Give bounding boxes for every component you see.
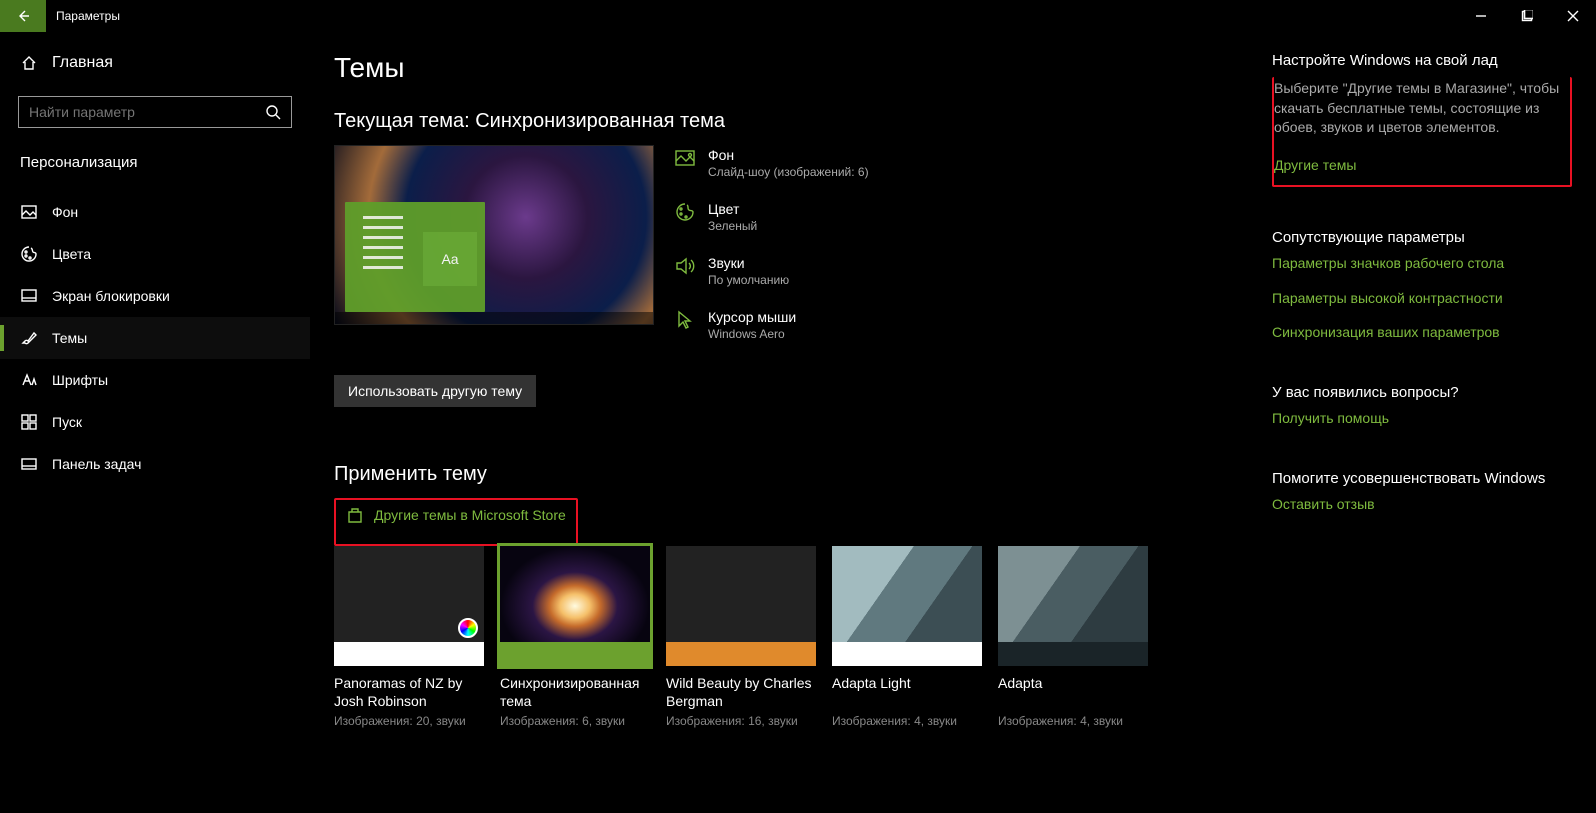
- sidebar-home-label: Главная: [52, 54, 113, 72]
- sidebar: Главная Персонализация Фон Цвета Экран б…: [0, 32, 310, 813]
- related-link[interactable]: Параметры значков рабочего стола: [1272, 254, 1572, 273]
- use-other-theme-button[interactable]: Использовать другую тему: [334, 375, 536, 407]
- color-wheel-icon: [458, 618, 478, 638]
- search-input[interactable]: [29, 104, 265, 120]
- store-link[interactable]: Другие темы в Microsoft Store: [346, 506, 566, 524]
- main: Темы Текущая тема: Синхронизированная те…: [310, 32, 1596, 813]
- minimize-button[interactable]: [1458, 0, 1504, 32]
- theme-thumbnail: [334, 546, 484, 666]
- apply-section: Применить тему Другие темы в Microsoft S…: [334, 463, 1252, 728]
- grid-icon: [20, 413, 38, 431]
- sidebar-item-colors[interactable]: Цвета: [0, 233, 310, 275]
- window-title: Параметры: [56, 9, 1458, 23]
- speaker-icon: [674, 255, 696, 277]
- sidebar-section-title: Персонализация: [0, 140, 310, 191]
- sidebar-item-label: Экран блокировки: [52, 288, 170, 304]
- related-heading: Сопутствующие параметры: [1272, 229, 1572, 246]
- window-controls: [1458, 0, 1596, 32]
- theme-thumbnail: [832, 546, 982, 666]
- image-icon: [674, 147, 696, 169]
- theme-grid: Panoramas of NZ by Josh Robinson Изображ…: [334, 546, 1252, 728]
- sidebar-item-background[interactable]: Фон: [0, 191, 310, 233]
- theme-details: ФонСлайд-шоу (изображений: 6) ЦветЗелены…: [674, 145, 869, 341]
- sidebar-item-start[interactable]: Пуск: [0, 401, 310, 443]
- customize-text: Выберите "Другие темы в Магазине", чтобы…: [1274, 79, 1562, 138]
- theme-card[interactable]: Wild Beauty by Charles Bergman Изображен…: [666, 546, 816, 728]
- related-link[interactable]: Синхронизация ваших параметров: [1272, 323, 1572, 342]
- lockscreen-icon: [20, 287, 38, 305]
- maximize-button[interactable]: [1504, 0, 1550, 32]
- close-button[interactable]: [1550, 0, 1596, 32]
- sidebar-item-label: Фон: [52, 204, 78, 220]
- sidebar-item-label: Шрифты: [52, 372, 108, 388]
- image-icon: [20, 203, 38, 221]
- sidebar-item-fonts[interactable]: Шрифты: [0, 359, 310, 401]
- page-title: Темы: [334, 52, 1252, 84]
- taskbar-icon: [20, 455, 38, 473]
- preview-start-menu: Aa: [345, 202, 485, 312]
- back-button[interactable]: [0, 0, 46, 32]
- theme-thumbnail: [998, 546, 1148, 666]
- theme-preview[interactable]: Aa: [334, 145, 654, 325]
- palette-icon: [674, 201, 696, 223]
- current-theme-heading: Текущая тема: Синхронизированная тема: [334, 110, 1252, 133]
- sidebar-home[interactable]: Главная: [0, 42, 310, 84]
- search-icon: [265, 104, 281, 120]
- sidebar-item-taskbar[interactable]: Панель задач: [0, 443, 310, 485]
- theme-thumbnail: [500, 546, 650, 666]
- detail-cursor[interactable]: Курсор мышиWindows Aero: [674, 309, 869, 341]
- brush-icon: [20, 329, 38, 347]
- help-link[interactable]: Получить помощь: [1272, 409, 1572, 428]
- sidebar-item-lockscreen[interactable]: Экран блокировки: [0, 275, 310, 317]
- sidebar-item-themes[interactable]: Темы: [0, 317, 310, 359]
- theme-card[interactable]: Синхронизированная тема Изображения: 6, …: [500, 546, 650, 728]
- feedback-heading: Помогите усовершенствовать Windows: [1272, 470, 1572, 487]
- search-box[interactable]: [18, 96, 292, 128]
- customize-heading: Настройте Windows на свой лад: [1272, 52, 1572, 69]
- preview-taskbar: [335, 312, 653, 324]
- sidebar-item-label: Панель задач: [52, 456, 141, 472]
- detail-color[interactable]: ЦветЗеленый: [674, 201, 869, 233]
- minimize-icon: [1475, 10, 1487, 22]
- theme-card[interactable]: Adapta Изображения: 4, звуки: [998, 546, 1148, 728]
- related-link[interactable]: Параметры высокой контрастности: [1272, 289, 1572, 308]
- sidebar-item-label: Пуск: [52, 414, 82, 430]
- current-theme-row: Aa ФонСлайд-шоу (изображений: 6) ЦветЗел…: [334, 145, 1252, 341]
- theme-card[interactable]: Panoramas of NZ by Josh Robinson Изображ…: [334, 546, 484, 728]
- font-icon: [20, 371, 38, 389]
- sidebar-item-label: Цвета: [52, 246, 91, 262]
- theme-thumbnail: [666, 546, 816, 666]
- sidepanel: Настройте Windows на свой лад Выберите "…: [1252, 52, 1572, 793]
- apply-heading: Применить тему: [334, 463, 1252, 486]
- store-icon: [346, 506, 364, 524]
- maximize-icon: [1521, 10, 1533, 22]
- arrow-left-icon: [15, 8, 31, 24]
- theme-card[interactable]: Adapta Light Изображения: 4, звуки: [832, 546, 982, 728]
- palette-icon: [20, 245, 38, 263]
- home-icon: [20, 54, 38, 72]
- titlebar: Параметры: [0, 0, 1596, 32]
- feedback-link[interactable]: Оставить отзыв: [1272, 495, 1572, 514]
- question-heading: У вас появились вопросы?: [1272, 384, 1572, 401]
- more-themes-link[interactable]: Другие темы: [1274, 156, 1562, 175]
- cursor-icon: [674, 309, 696, 331]
- highlight-store-link: Другие темы в Microsoft Store: [334, 498, 578, 546]
- main-content: Темы Текущая тема: Синхронизированная те…: [334, 52, 1252, 793]
- sidebar-item-label: Темы: [52, 330, 87, 346]
- close-icon: [1567, 10, 1579, 22]
- detail-background[interactable]: ФонСлайд-шоу (изображений: 6): [674, 147, 869, 179]
- detail-sounds[interactable]: ЗвукиПо умолчанию: [674, 255, 869, 287]
